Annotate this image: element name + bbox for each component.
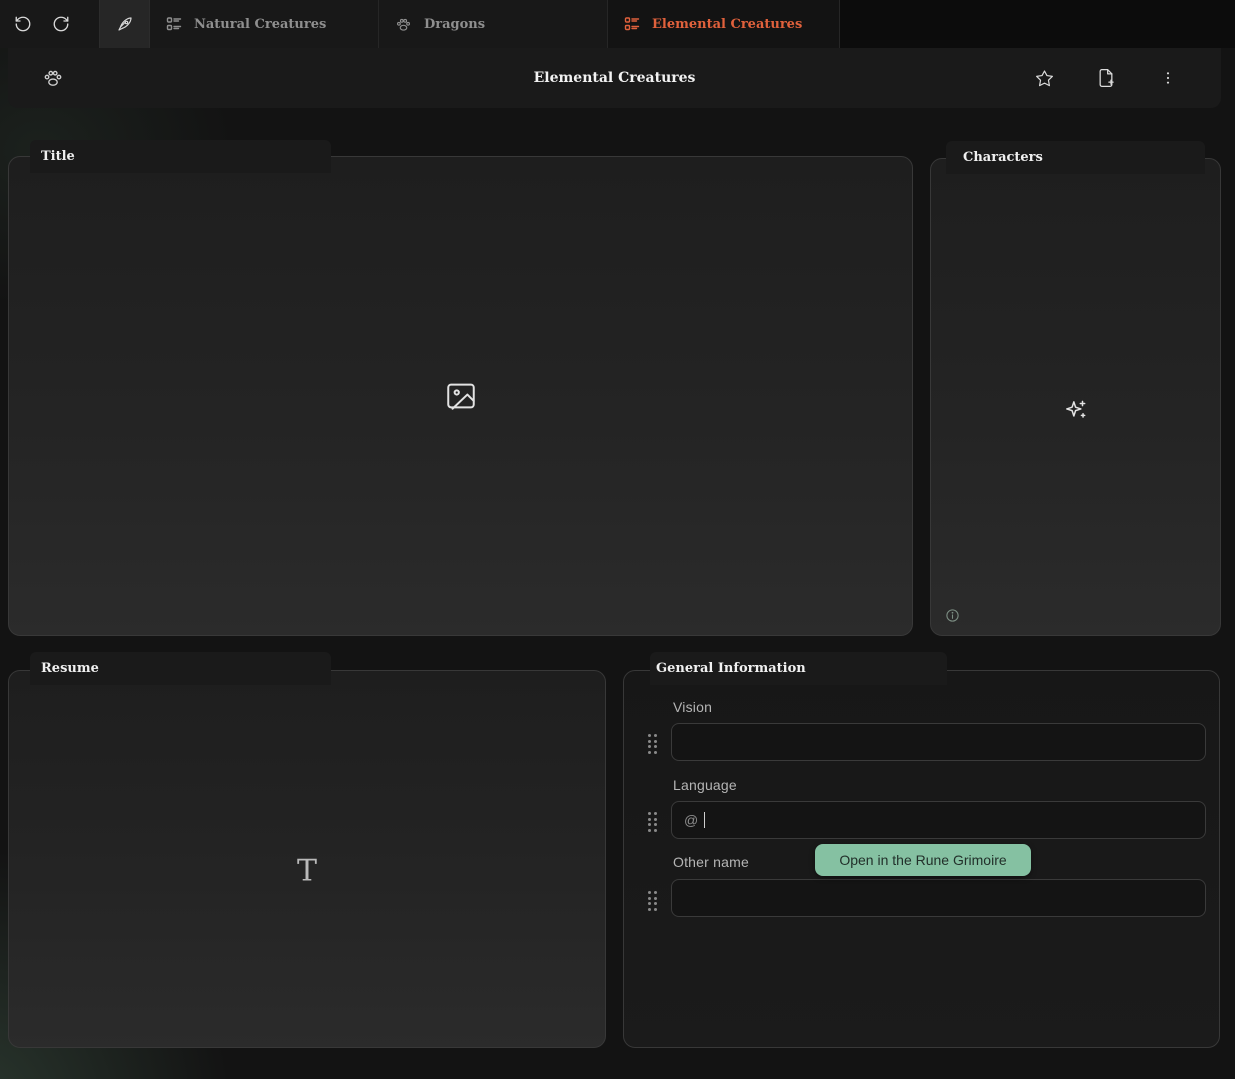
image-placeholder-icon[interactable]	[444, 379, 478, 413]
drag-handle-icon[interactable]	[645, 809, 660, 835]
cards-list-icon	[624, 16, 640, 32]
tab-label: Natural Creatures	[194, 17, 326, 32]
redo-icon	[52, 15, 70, 33]
at-mention-icon: @	[684, 812, 698, 828]
resume-panel: T	[8, 670, 606, 1048]
header-actions	[1031, 65, 1181, 91]
file-plus-icon	[1096, 68, 1116, 88]
text-placeholder-icon[interactable]: T	[297, 854, 317, 889]
cards-list-icon	[166, 16, 182, 32]
characters-widget-tab[interactable]: Characters	[946, 141, 1205, 174]
page-header: Elemental Creatures	[8, 48, 1221, 108]
language-input[interactable]	[711, 812, 1193, 828]
field-label-language: Language	[673, 777, 737, 793]
drag-handle-icon[interactable]	[645, 888, 660, 914]
tab-label: Elemental Creatures	[652, 17, 802, 32]
favorite-button[interactable]	[1031, 65, 1057, 91]
paw-icon	[395, 16, 412, 33]
top-bar: Natural Creatures Dragons Elemental Crea…	[0, 0, 1235, 48]
kebab-menu-icon	[1160, 70, 1176, 86]
tab-natural-creatures[interactable]: Natural Creatures	[150, 0, 379, 48]
redo-button[interactable]	[42, 5, 80, 43]
language-field: @	[671, 801, 1206, 839]
tab-elemental-creatures[interactable]: Elemental Creatures	[608, 0, 840, 48]
widget-label: Title	[41, 149, 75, 164]
tab-label: Dragons	[424, 17, 485, 32]
widget-label: General Information	[656, 661, 806, 676]
undo-icon	[14, 15, 32, 33]
characters-panel	[930, 158, 1221, 636]
widget-label: Characters	[963, 150, 1043, 165]
add-page-button[interactable]	[1093, 65, 1119, 91]
top-bar-empty-area	[840, 0, 1235, 48]
title-widget-tab[interactable]: Title	[30, 140, 331, 173]
text-caret	[704, 812, 705, 828]
paw-icon[interactable]	[42, 67, 64, 89]
other-name-field	[671, 879, 1206, 917]
star-icon	[1035, 69, 1054, 88]
vision-input[interactable]	[684, 734, 1193, 750]
vision-field	[671, 723, 1206, 761]
pen-mode-tab[interactable]	[99, 0, 150, 48]
field-label-vision: Vision	[673, 699, 712, 715]
resume-widget-tab[interactable]: Resume	[30, 652, 331, 685]
open-rune-grimoire-button[interactable]: Open in the Rune Grimoire	[815, 844, 1031, 876]
drag-handle-icon[interactable]	[645, 731, 660, 757]
general-information-widget-tab[interactable]: General Information	[650, 652, 947, 685]
other-name-input[interactable]	[684, 890, 1193, 906]
sparkles-icon[interactable]	[1063, 397, 1089, 423]
general-information-panel: Vision Language @ Other name Open in the…	[623, 670, 1220, 1048]
more-options-button[interactable]	[1155, 65, 1181, 91]
info-icon[interactable]	[945, 608, 960, 623]
tab-dragons[interactable]: Dragons	[379, 0, 608, 48]
undo-button[interactable]	[4, 5, 42, 43]
history-controls	[0, 0, 99, 48]
widget-label: Resume	[41, 661, 99, 676]
title-image-panel	[8, 156, 913, 636]
pen-icon	[116, 15, 134, 33]
field-label-other-name: Other name	[673, 854, 749, 870]
